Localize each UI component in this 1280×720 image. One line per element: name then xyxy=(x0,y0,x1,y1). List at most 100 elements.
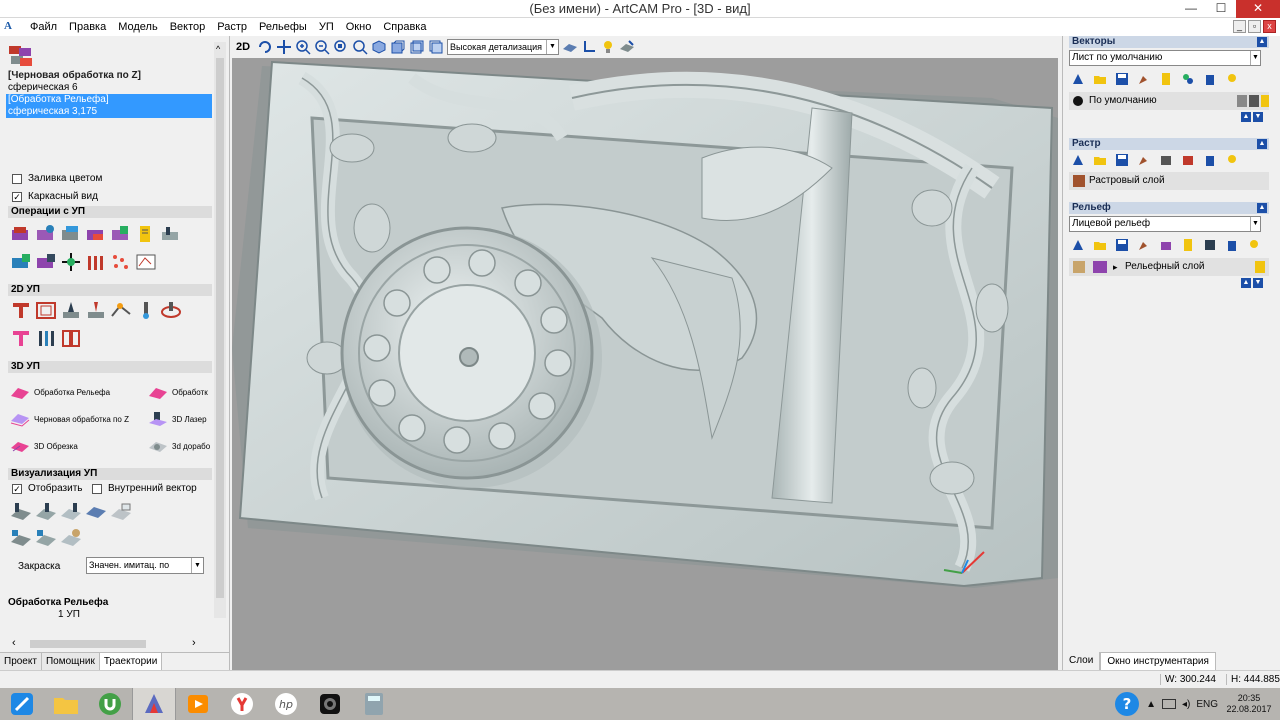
expand-arrow-icon[interactable]: ▸ xyxy=(1113,258,1118,276)
toolpath-tool[interactable]: сферическая 6 xyxy=(6,82,212,94)
vcarve-icon[interactable] xyxy=(60,300,82,320)
sheet-select[interactable]: Лист по умолчанию ▼ xyxy=(1069,50,1261,66)
smart-engrave-icon[interactable] xyxy=(60,328,82,348)
volume-icon[interactable]: ◂) xyxy=(1182,699,1190,710)
drill-icon[interactable] xyxy=(135,300,157,320)
detail-select[interactable]: Высокая детализация ▼ xyxy=(447,39,559,55)
raster-layer-icon[interactable] xyxy=(1073,175,1085,187)
menu-bitmap[interactable]: Растр xyxy=(211,18,253,36)
toolpath-export-icon[interactable] xyxy=(60,224,82,244)
relief-bake-icon[interactable] xyxy=(1203,238,1217,252)
new-layer-icon[interactable] xyxy=(1071,72,1085,86)
taskbar-hp[interactable]: hp xyxy=(264,688,308,720)
toolpath-material-icon[interactable] xyxy=(135,252,157,272)
light-bulb-icon[interactable] xyxy=(600,39,616,55)
shading-select[interactable]: Значен. имитац. по ▼ xyxy=(86,557,204,574)
relief-chevron-down-icon[interactable]: ▼ xyxy=(1250,217,1260,231)
collapse-icon[interactable]: ▲ xyxy=(1257,37,1267,47)
sim-toolpath-icon[interactable] xyxy=(10,502,32,522)
side-view-icon[interactable] xyxy=(428,39,444,55)
relief-save-icon[interactable] xyxy=(1115,238,1129,252)
raster-save-icon[interactable] xyxy=(1115,153,1129,167)
left-horizontal-scrollbar[interactable]: ‹ › xyxy=(6,637,206,650)
sim-export-icon[interactable] xyxy=(60,528,82,548)
toolpath-move-icon[interactable] xyxy=(60,252,82,272)
tab-assistant[interactable]: Помощник xyxy=(41,653,100,670)
menu-help[interactable]: Справка xyxy=(377,18,432,36)
menu-reliefs[interactable]: Рельефы xyxy=(253,18,313,36)
tab-toolpaths[interactable]: Траектории xyxy=(99,653,163,670)
detail-chevron-down-icon[interactable]: ▼ xyxy=(546,40,558,54)
laser-3d-item[interactable]: 3D Лазер xyxy=(148,411,207,427)
mdi-close-button[interactable]: x xyxy=(1263,20,1276,33)
inlay-icon[interactable] xyxy=(160,300,182,320)
lock-icon[interactable] xyxy=(1237,95,1247,107)
pan-icon[interactable] xyxy=(276,39,292,55)
scroll-right-icon[interactable]: › xyxy=(192,637,196,649)
raster-open-icon[interactable] xyxy=(1093,153,1107,167)
raster-light-icon[interactable] xyxy=(1225,153,1239,167)
toolpath-info-icon[interactable] xyxy=(35,224,57,244)
taskbar-camera[interactable] xyxy=(308,688,352,720)
mdi-minimize-button[interactable]: _ xyxy=(1233,20,1246,33)
sim-color-icon[interactable] xyxy=(85,502,107,522)
raster-brush-icon[interactable] xyxy=(1137,153,1151,167)
inner-vector-box[interactable] xyxy=(92,483,102,494)
merge-icon[interactable] xyxy=(1181,72,1195,86)
toolpath-sheet-icon[interactable] xyxy=(135,224,157,244)
menu-edit[interactable]: Правка xyxy=(63,18,112,36)
pencil-icon[interactable] xyxy=(1249,95,1259,107)
profile-icon[interactable] xyxy=(10,300,32,320)
slot-icon[interactable] xyxy=(35,328,57,348)
chevron-down-icon[interactable]: ▼ xyxy=(191,558,203,573)
relief-delete-icon[interactable] xyxy=(1225,238,1239,252)
area-clear-icon[interactable] xyxy=(35,300,57,320)
relief-layer-row[interactable]: ▸ Рельефный слой xyxy=(1069,258,1269,276)
wireframe-box[interactable]: ✓ xyxy=(12,191,22,202)
toolpath-sim-icon[interactable] xyxy=(160,224,182,244)
viewport-3d[interactable] xyxy=(232,58,1058,670)
tab-layers[interactable]: Слои xyxy=(1063,652,1101,670)
visibility-icon[interactable] xyxy=(1261,95,1269,107)
relief-open-icon[interactable] xyxy=(1093,238,1107,252)
sheet-chevron-down-icon[interactable]: ▼ xyxy=(1250,51,1260,65)
relief-collapse-icon[interactable]: ▲ xyxy=(1257,203,1267,213)
network-icon[interactable] xyxy=(1161,699,1176,709)
close-button[interactable]: ✕ xyxy=(1236,0,1280,18)
vector-layer-row[interactable]: По умолчанию xyxy=(1069,92,1269,110)
raster-collapse-icon[interactable]: ▲ xyxy=(1257,139,1267,149)
relief-combine-icon[interactable] xyxy=(1159,238,1173,252)
sim-all-icon[interactable] xyxy=(35,502,57,522)
menu-vector[interactable]: Вектор xyxy=(164,18,212,36)
rest-3d-item[interactable]: 3d дорабо xyxy=(148,438,210,454)
menu-toolpaths[interactable]: УП xyxy=(313,18,340,36)
scroll-left-icon[interactable]: ‹ xyxy=(12,637,16,649)
taskbar-media[interactable] xyxy=(176,688,220,720)
left-vertical-scrollbar[interactable]: ^ xyxy=(214,42,226,618)
sim-reset-icon[interactable] xyxy=(110,502,132,522)
document-icon[interactable] xyxy=(1159,72,1173,86)
tab-project[interactable]: Проект xyxy=(0,653,42,670)
front-view-icon[interactable] xyxy=(409,39,425,55)
raster-grey-icon[interactable] xyxy=(1159,153,1173,167)
menu-model[interactable]: Модель xyxy=(112,18,163,36)
toolpath-batch-icon[interactable] xyxy=(35,252,57,272)
z-roughing-item[interactable]: Черновая обработка по Z xyxy=(10,411,129,427)
top-view-icon[interactable] xyxy=(390,39,406,55)
wireframe-checkbox[interactable]: ✓ Каркасный вид xyxy=(12,191,98,202)
bevel-icon[interactable] xyxy=(110,300,132,320)
raster-delete-icon[interactable] xyxy=(1203,153,1217,167)
taskbar-utorrent[interactable] xyxy=(88,688,132,720)
feature-machining-item[interactable]: Обработк xyxy=(148,384,208,400)
toolpath-item[interactable]: [Черновая обработка по Z] xyxy=(6,70,212,82)
fill-color-checkbox[interactable]: Заливка цветом xyxy=(12,173,102,184)
relief-light-icon[interactable] xyxy=(1247,238,1261,252)
mdi-restore-button[interactable]: ▫ xyxy=(1248,20,1261,33)
tray-clock[interactable]: 20:35 22.08.2017 xyxy=(1224,693,1274,715)
relief-down-icon[interactable]: ▼ xyxy=(1253,278,1263,288)
relief-brush-icon[interactable] xyxy=(1137,238,1151,252)
taskbar-artcam[interactable] xyxy=(132,688,176,720)
toolpath-tool-selected[interactable]: сферическая 3,175 xyxy=(6,106,212,118)
open-folder-icon[interactable] xyxy=(1093,72,1107,86)
help-icon[interactable]: ? xyxy=(1114,691,1140,717)
